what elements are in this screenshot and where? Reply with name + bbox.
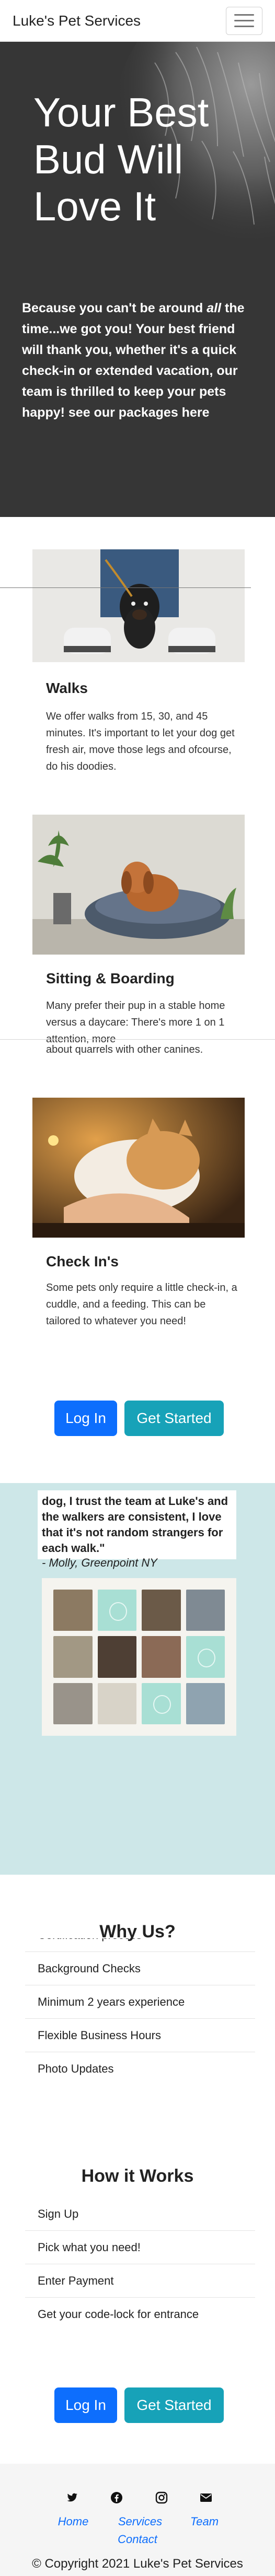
checkin-image: [32, 1098, 245, 1238]
testimonial-quote-box: dog, I trust the team at Luke's and the …: [38, 1490, 236, 1559]
service-text-sitting: Many prefer their pup in a stable home v…: [46, 1000, 225, 1043]
service-title-walks: Walks: [46, 680, 88, 696]
photo-tile: [186, 1590, 225, 1631]
why-us-item: Photo Updates: [38, 2062, 114, 2075]
instagram-icon[interactable]: [154, 2490, 169, 2506]
photo-tile: [53, 1590, 93, 1631]
overlap-divider: [0, 1039, 275, 1040]
service-title-sitting: Sitting & Boarding: [46, 970, 175, 986]
walks-image: [32, 549, 245, 662]
why-us-item: Flexible Business Hours: [25, 2019, 255, 2052]
how-item: Sign Up: [25, 2197, 255, 2231]
footer-link-home[interactable]: Home: [52, 2515, 94, 2528]
why-us-item: Minimum 2 years experience: [25, 1985, 255, 2019]
hero-title: Your Best Bud Will Love It: [33, 89, 209, 229]
why-us-item: Certification process: [25, 1938, 255, 1952]
service-text-sitting-wrap: Many prefer their pup in a stable home v…: [46, 997, 240, 1043]
email-icon[interactable]: [198, 2490, 214, 2506]
overlay-line: [0, 587, 251, 588]
get-started-button-bottom[interactable]: Get Started: [124, 2387, 224, 2423]
photo-tile: [97, 1683, 136, 1724]
why-us-item: Background Checks: [25, 1952, 255, 1985]
how-it-works-title: How it Works: [81, 2166, 194, 2186]
footer: Home Services Team Contact © Copyright 2…: [0, 2464, 275, 2576]
photo-tile: [142, 1636, 181, 1678]
get-started-button[interactable]: Get Started: [124, 1401, 224, 1436]
testimonial-quote: dog, I trust the team at Luke's and the …: [42, 1495, 228, 1555]
photo-grid: [42, 1578, 236, 1736]
photo-tile: [97, 1636, 136, 1678]
navbar: Luke's Pet Services: [0, 0, 275, 42]
hamburger-menu-icon[interactable]: [226, 6, 262, 35]
brand-link[interactable]: Luke's Pet Services: [13, 13, 141, 29]
photo-tile: [97, 1590, 136, 1631]
testimonial-author: - Molly, Greenpoint NY: [42, 1556, 157, 1569]
footer-link-contact[interactable]: Contact: [111, 2533, 164, 2546]
how-item: Get your code-lock for entrance: [38, 2308, 199, 2321]
hero-section: Your Best Bud Will Love It Because you c…: [0, 42, 275, 517]
login-button-bottom[interactable]: Log In: [54, 2387, 117, 2423]
photo-tile: [186, 1636, 225, 1678]
twitter-icon[interactable]: [64, 2490, 80, 2506]
how-item: Pick what you need!: [25, 2231, 255, 2264]
service-text-sitting-overlap: about quarrels with other canines.: [46, 1044, 203, 1055]
testimonial-section: dog, I trust the team at Luke's and the …: [0, 1483, 275, 1875]
photo-tile: [142, 1683, 181, 1724]
service-text-checkin: Some pets only require a little check-in…: [46, 1282, 237, 1327]
facebook-icon[interactable]: [109, 2490, 124, 2506]
photo-tile: [53, 1636, 93, 1678]
sitting-image: [32, 815, 245, 955]
footer-link-team[interactable]: Team: [186, 2515, 223, 2528]
photo-tile: [186, 1683, 225, 1724]
photo-tile: [53, 1683, 93, 1724]
copyright: © Copyright 2021 Luke's Pet Services: [32, 2557, 243, 2571]
photo-tile: [142, 1590, 181, 1631]
login-button[interactable]: Log In: [54, 1401, 117, 1436]
hero-intro: Because you can't be around all the time…: [22, 301, 245, 420]
footer-link-services[interactable]: Services: [114, 2515, 166, 2528]
why-us-clip: Certification process: [0, 1938, 275, 1952]
service-title-checkin: Check In's: [46, 1253, 119, 1269]
service-text-walks: We offer walks from 15, 30, and 45 minut…: [46, 711, 235, 772]
how-item: Enter Payment: [25, 2264, 255, 2298]
